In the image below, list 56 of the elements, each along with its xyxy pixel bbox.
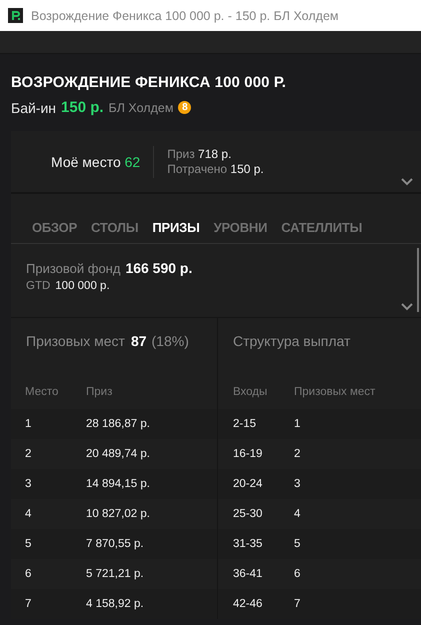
table-cell-text: 5 <box>25 538 32 550</box>
table-cell-text: 1 <box>294 418 302 430</box>
tournament-title: ВОЗРОЖДЕНИЕ ФЕНИКСА 100 000 Р. <box>11 74 287 91</box>
chevron-down-icon[interactable] <box>401 178 413 186</box>
count-badge: 8 <box>178 101 192 114</box>
table-cell-text: 2-15 <box>233 418 258 430</box>
chevron-down-icon[interactable] <box>401 303 413 311</box>
table-cell-text: 7 870,55 р. <box>86 538 145 550</box>
column-header: Приз <box>86 386 114 398</box>
prize-pool-value: 166 590 р. <box>125 260 192 276</box>
table-cell-text: 4 <box>25 508 32 520</box>
table-cell-text: 7 <box>294 598 302 610</box>
tab[interactable]: УРОВНИ <box>206 220 274 235</box>
table-cell-text: 16-19 <box>233 448 264 460</box>
column-header: Призовых мест <box>294 386 376 398</box>
gtd-value: 100 000 р. <box>55 280 110 292</box>
scrollbar[interactable] <box>417 248 419 312</box>
buyin-label: Бай-ин <box>11 100 56 116</box>
table-cell-text: 14 894,15 р. <box>86 478 151 490</box>
section-heading: Структура выплат <box>232 332 352 351</box>
column-header: Место <box>25 386 60 398</box>
column-header: Входы <box>233 386 268 398</box>
section-heading: Призовых мест 87 (18%) <box>25 332 190 351</box>
tab[interactable]: ОБЗОР <box>25 220 84 235</box>
tab[interactable]: СТОЛЫ <box>84 220 146 235</box>
table-cell-text: 42-46 <box>233 598 264 610</box>
buyin-value: 150 р. <box>61 99 104 116</box>
table-cell-text: 3 <box>25 478 32 490</box>
table-cell-text: 5 721,21 р. <box>86 568 145 580</box>
table-cell-text: 20 489,74 р. <box>86 448 151 460</box>
tab[interactable]: САТЕЛЛИТЫ <box>274 220 370 235</box>
table-cell-text: 10 827,02 р. <box>86 508 151 520</box>
table-cell-text: 36-41 <box>233 568 264 580</box>
table-cell-text: 28 186,87 р. <box>86 418 151 430</box>
gtd-label: GTD <box>26 280 50 292</box>
table-cell-text: 4 <box>294 508 302 520</box>
table-cell-text: 31-35 <box>233 538 264 550</box>
table-cell-text: 2 <box>294 448 302 460</box>
app-logo-icon <box>8 8 23 23</box>
spent-stat: Потрачено 150 р. <box>167 162 264 176</box>
table-cell-text: 7 <box>25 598 32 610</box>
table-cell-text: 6 <box>294 568 302 580</box>
table-cell-text: 1 <box>25 418 32 430</box>
prize-pool-label: Призовой фонд <box>26 261 120 276</box>
table-cell-text: 2 <box>25 448 32 460</box>
table-cell-text: 4 158,92 р. <box>86 598 145 610</box>
table-cell-text: 20-24 <box>233 478 264 490</box>
table-cell-text: 25-30 <box>233 508 264 520</box>
table-cell-text: 5 <box>294 538 302 550</box>
tab[interactable]: ПРИЗЫ <box>145 220 207 235</box>
window-title: Возрождение Феникса 100 000 р. - 150 р. БЛ Холдем <box>31 8 338 22</box>
table-cell-text: 6 <box>25 568 32 580</box>
my-place: Моё место 62 <box>51 154 142 170</box>
table-cell-text: 3 <box>294 478 302 490</box>
prize-stat: Приз 718 р. <box>167 146 232 162</box>
game-type: БЛ Холдем <box>108 100 174 114</box>
